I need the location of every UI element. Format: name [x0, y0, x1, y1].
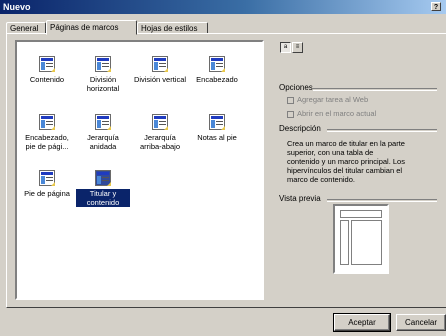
description-divider	[327, 129, 437, 132]
template-item[interactable]: Contenido	[20, 56, 74, 84]
template-item[interactable]: Jerarquía anidada	[76, 114, 130, 151]
add-task-label: Agregar tarea al Web	[297, 95, 369, 104]
template-item-label: Encabezado	[196, 75, 238, 84]
preview-contents-frame	[340, 220, 349, 265]
template-item[interactable]: Notas al pie	[190, 114, 244, 142]
large-icons-view-button[interactable]: a	[280, 42, 291, 53]
template-item[interactable]: Encabezado, pie de pági...	[20, 114, 74, 151]
add-task-checkbox[interactable]: Agregar tarea al Web	[287, 95, 368, 104]
window-title: Nuevo	[3, 2, 31, 12]
open-current-frame-checkbox[interactable]: Abrir en el marco actual	[287, 109, 376, 118]
template-item-label: Jerarquía arriba-abajo	[139, 133, 181, 151]
template-item-label: Pie de página	[24, 189, 70, 198]
help-button[interactable]: ?	[431, 2, 441, 11]
checkbox-box	[287, 110, 294, 118]
template-item-label: Titular y contenido	[76, 189, 130, 207]
template-item[interactable]: Encabezado	[190, 56, 244, 84]
frames-page-icon	[209, 56, 225, 72]
list-view-button[interactable]: ≡	[292, 42, 303, 53]
description-heading: Descripción	[279, 124, 321, 133]
tab-frames-pages[interactable]: Páginas de marcos	[46, 20, 137, 35]
template-item-label: Notas al pie	[197, 133, 237, 142]
template-list[interactable]: Contenido División horizontal División v…	[15, 40, 264, 300]
frames-page-icon	[39, 170, 55, 186]
frames-page-icon	[152, 56, 168, 72]
template-item[interactable]: División vertical	[133, 56, 187, 84]
frames-page-icon	[95, 114, 111, 130]
template-item[interactable]: Pie de página	[20, 170, 74, 198]
template-item-label: División vertical	[133, 75, 187, 84]
frames-page-icon	[39, 114, 55, 130]
template-item-label: Contenido	[29, 75, 65, 84]
open-current-frame-label: Abrir en el marco actual	[297, 109, 377, 118]
options-heading: Opciones	[279, 83, 313, 92]
options-divider	[313, 88, 437, 91]
template-item-label: Encabezado, pie de pági...	[25, 133, 69, 151]
template-item[interactable]: División horizontal	[76, 56, 130, 93]
frames-page-icon	[209, 114, 225, 130]
preview-main-frame	[351, 220, 382, 265]
template-item-label: Jerarquía anidada	[87, 133, 119, 151]
frames-page-icon	[95, 170, 111, 186]
frames-page-icon	[152, 114, 168, 130]
frames-page-icon	[39, 56, 55, 72]
checkbox-box	[287, 96, 294, 104]
preview-heading: Vista previa	[279, 194, 321, 203]
description-text: Crea un marco de titular en la parte sup…	[287, 139, 405, 184]
preview-divider	[327, 199, 437, 202]
preview-image	[333, 204, 389, 274]
frames-page-icon	[95, 56, 111, 72]
template-item-selected[interactable]: Titular y contenido	[76, 170, 130, 207]
preview-banner-frame	[340, 210, 382, 218]
accept-button[interactable]: Aceptar	[333, 313, 391, 332]
template-item-label: División horizontal	[86, 75, 120, 93]
template-item[interactable]: Jerarquía arriba-abajo	[133, 114, 187, 151]
title-bar: Nuevo ?	[0, 0, 446, 14]
cancel-button[interactable]: Cancelar	[396, 314, 446, 331]
